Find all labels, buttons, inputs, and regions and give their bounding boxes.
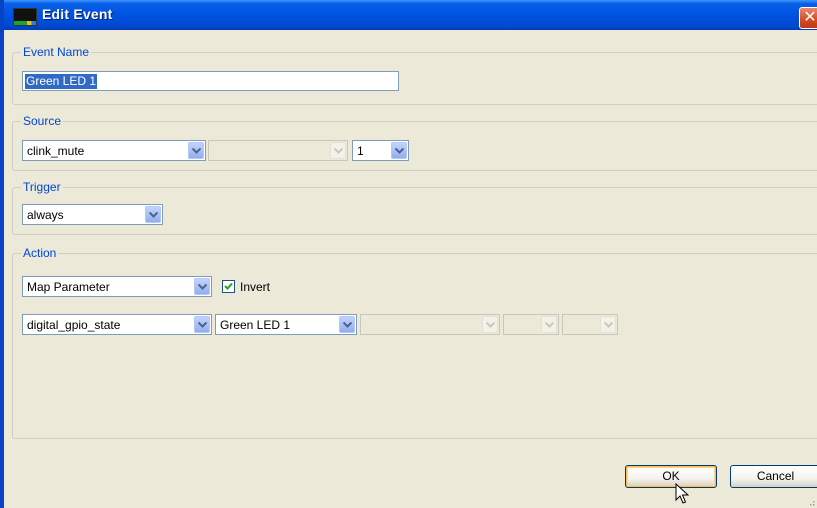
trigger-combo[interactable]: always [22,204,163,225]
action-legend: Action [21,246,59,260]
source-subcombo [208,140,348,161]
title-bar[interactable]: Edit Event ✕ [4,0,817,30]
trigger-combo-value: always [27,208,64,222]
trigger-legend: Trigger [21,180,63,194]
edit-event-dialog: Edit Event ✕ Event Name Green LED 1 Sour… [0,0,817,508]
mouse-cursor-icon [675,483,689,504]
source-index-combo[interactable]: 1 [352,140,409,161]
event-name-legend: Event Name [21,45,92,59]
action-mode-combo[interactable]: Map Parameter [22,276,212,297]
action-sub3-combo [562,314,618,335]
action-param-value: digital_gpio_state [27,318,121,332]
chevron-down-icon [600,316,616,333]
window-title: Edit Event [42,6,113,22]
close-icon[interactable]: ✕ [799,7,817,29]
action-sub1-combo [360,314,500,335]
invert-label[interactable]: Invert [240,280,270,294]
action-sub2-combo [503,314,559,335]
app-icon [13,8,37,26]
action-target-combo[interactable]: Green LED 1 [215,314,357,335]
chevron-down-icon [330,142,346,159]
source-combo[interactable]: clink_mute [22,140,206,161]
ok-button[interactable]: OK [625,465,717,488]
source-legend: Source [21,114,64,128]
chevron-down-icon[interactable] [194,316,210,333]
invert-checkbox[interactable] [222,280,235,293]
checkmark-icon [224,282,233,290]
chevron-down-icon [482,316,498,333]
chevron-down-icon[interactable] [391,142,407,159]
chevron-down-icon[interactable] [145,206,161,223]
event-name-input[interactable]: Green LED 1 [22,71,399,91]
source-combo-value: clink_mute [27,144,85,158]
source-index-value: 1 [357,144,364,158]
resize-grip-icon[interactable] [807,498,815,506]
action-target-value: Green LED 1 [220,318,291,332]
chevron-down-icon[interactable] [188,142,204,159]
chevron-down-icon[interactable] [194,278,210,295]
chevron-down-icon [541,316,557,333]
action-param-combo[interactable]: digital_gpio_state [22,314,212,335]
event-name-value: Green LED 1 [25,74,98,89]
cancel-button[interactable]: Cancel [730,465,817,488]
chevron-down-icon[interactable] [339,316,355,333]
action-mode-value: Map Parameter [27,280,110,294]
